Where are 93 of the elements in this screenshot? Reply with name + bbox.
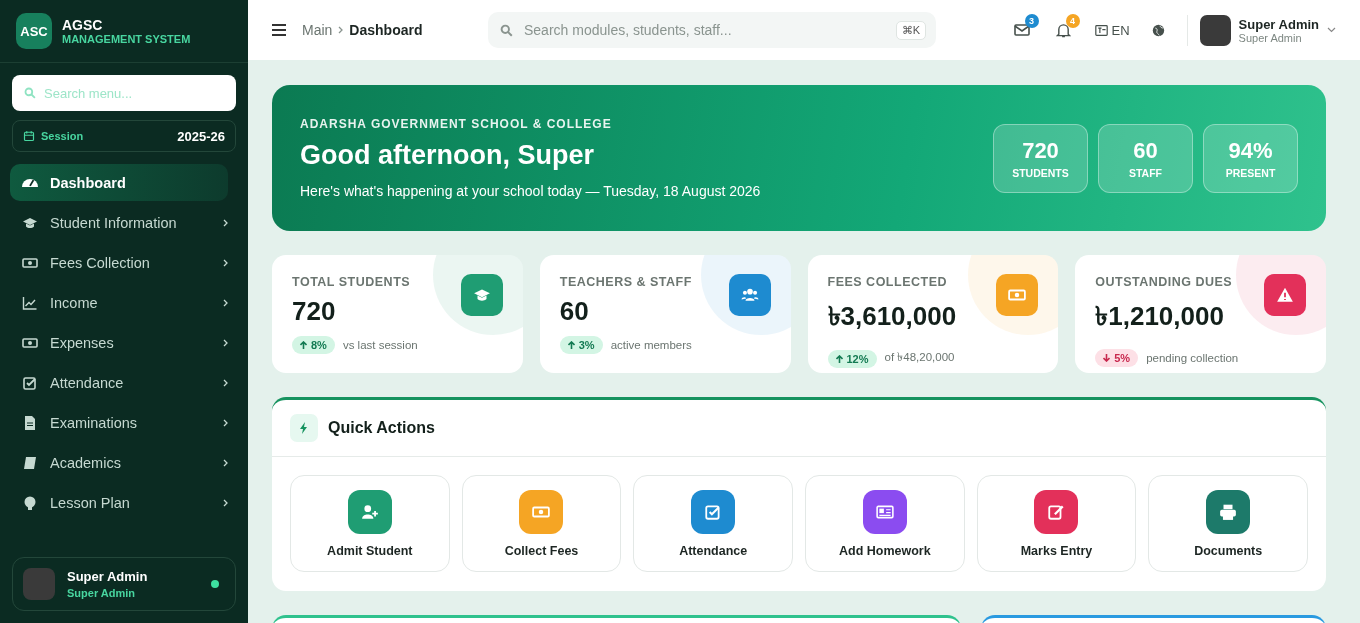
sidebar-item[interactable]: Examinations [10, 404, 238, 441]
warning-icon [1276, 286, 1294, 304]
app-logo: ASC [16, 13, 52, 49]
chevron-right-icon [223, 218, 228, 227]
summary-label: STAFF [1128, 166, 1163, 179]
summary-value: 60 [1133, 137, 1158, 164]
notification-count: 4 [1065, 13, 1080, 28]
chevron-right-icon [223, 498, 228, 507]
chevron-right-icon [223, 458, 228, 467]
line-chart-icon [22, 294, 38, 311]
menu-icon[interactable] [272, 24, 286, 36]
breadcrumb-link[interactable]: Main [302, 22, 333, 38]
stat-title: TOTAL STUDENTS [292, 275, 412, 289]
menu-search-field[interactable]: Search menu... [12, 75, 236, 111]
chevron-right-icon [223, 418, 228, 427]
language-button[interactable]: EN [1094, 22, 1130, 38]
sidebar-item[interactable]: Fees Collection [10, 244, 238, 281]
stat-value: ৳1,210,000 [1095, 300, 1225, 333]
sidebar-item[interactable]: Student Information [10, 204, 238, 241]
sidebar-item[interactable]: Attendance [10, 364, 238, 401]
arrow-up-icon [300, 341, 307, 349]
quick-action-button[interactable]: Collect Fees [461, 475, 622, 572]
chevron-right-icon [223, 338, 228, 347]
quick-action-button[interactable]: Documents [1148, 475, 1308, 572]
quick-action-button[interactable]: Admit Student [290, 475, 450, 572]
edit-icon [1047, 502, 1066, 521]
app-subtitle: MANAGEMENT SYSTEM [62, 33, 191, 45]
chevron-down-icon [1327, 27, 1336, 33]
quick-action-button[interactable]: Add Homework [805, 475, 965, 572]
lightning-icon [299, 422, 309, 434]
summary-label: STUDENTS [1012, 166, 1069, 179]
document-icon [22, 414, 38, 431]
arrow-up-icon [835, 354, 843, 363]
stat-title: TEACHERS & STAFF [559, 275, 693, 289]
checkbox-icon [22, 374, 38, 391]
gauge-icon [22, 178, 38, 187]
arrow-up-icon [567, 341, 575, 349]
search-icon [500, 23, 513, 37]
sidebar-item[interactable]: Lesson Plan [10, 484, 238, 521]
arrow-down-icon [1103, 354, 1111, 362]
app-name: AGSC [62, 17, 104, 33]
search-icon [24, 87, 36, 99]
greeting: Good afternoon, Super [300, 140, 595, 171]
user-name: Super Admin [1238, 16, 1319, 32]
greeting-subtitle: Here's what's happening at your school today — Tuesday, 18 August 2026 [300, 183, 761, 199]
user-role: Super Admin [1238, 31, 1303, 44]
add-user-icon [360, 502, 379, 521]
quick-action-button[interactable]: Marks Entry [976, 475, 1137, 572]
summary-value: 94% [1228, 137, 1273, 164]
change-chip: 12% [827, 349, 877, 368]
stat-value: 720 [292, 296, 337, 327]
stat-note: vs last session [342, 339, 418, 351]
message-count: 3 [1024, 14, 1039, 28]
stat-value: 60 [559, 296, 590, 327]
change-chip: 5% [1095, 349, 1139, 367]
session-selector[interactable]: Session 2025-26 [12, 120, 236, 152]
stat-title: OUTSTANDING DUES [1095, 275, 1234, 289]
user-name: Super Admin [67, 569, 148, 584]
breadcrumb-separator-icon [338, 26, 344, 34]
sidebar-item[interactable]: Dashboard [10, 164, 228, 201]
chevron-right-icon [223, 258, 228, 267]
user-card[interactable]: Super Admin Super Admin [12, 557, 236, 611]
globe-icon[interactable] [1151, 23, 1165, 37]
stat-note: active members [610, 339, 692, 351]
summary-label: PRESENT [1225, 166, 1276, 179]
people-icon [740, 286, 759, 304]
printer-icon [1219, 502, 1238, 521]
language-icon [1094, 23, 1108, 37]
user-role: Super Admin [67, 587, 137, 599]
quick-action-button[interactable]: Attendance [633, 475, 793, 572]
user-menu[interactable]: Super Admin Super Admin [1186, 14, 1336, 46]
chevron-right-icon [223, 298, 228, 307]
stat-value: ৳3,610,000 [827, 300, 958, 333]
chevron-right-icon [223, 378, 228, 387]
change-chip: 3% [559, 336, 603, 354]
calendar-icon [23, 130, 35, 142]
checkbox-icon [704, 502, 723, 521]
change-chip: 8% [292, 336, 335, 354]
stat-note: pending collection [1146, 352, 1239, 364]
breadcrumb-current: Dashboard [349, 22, 423, 38]
stat-note: of ৳48,20,000 [884, 350, 955, 365]
sidebar-item[interactable]: Academics [10, 444, 238, 481]
sidebar-item[interactable]: Income [10, 284, 238, 321]
bulb-icon [22, 494, 38, 511]
panel-title: Quick Actions [328, 419, 435, 437]
stat-title: FEES COLLECTED [827, 275, 948, 289]
avatar-placeholder [1199, 14, 1231, 46]
summary-value: 720 [1022, 137, 1059, 164]
sidebar-item[interactable]: Expenses [10, 324, 238, 361]
school-name: ADARSHA GOVERNMENT SCHOOL & COLLEGE [300, 117, 613, 131]
bell-icon [1055, 22, 1071, 38]
avatar-placeholder [23, 568, 55, 600]
envelope-icon [1013, 23, 1030, 37]
